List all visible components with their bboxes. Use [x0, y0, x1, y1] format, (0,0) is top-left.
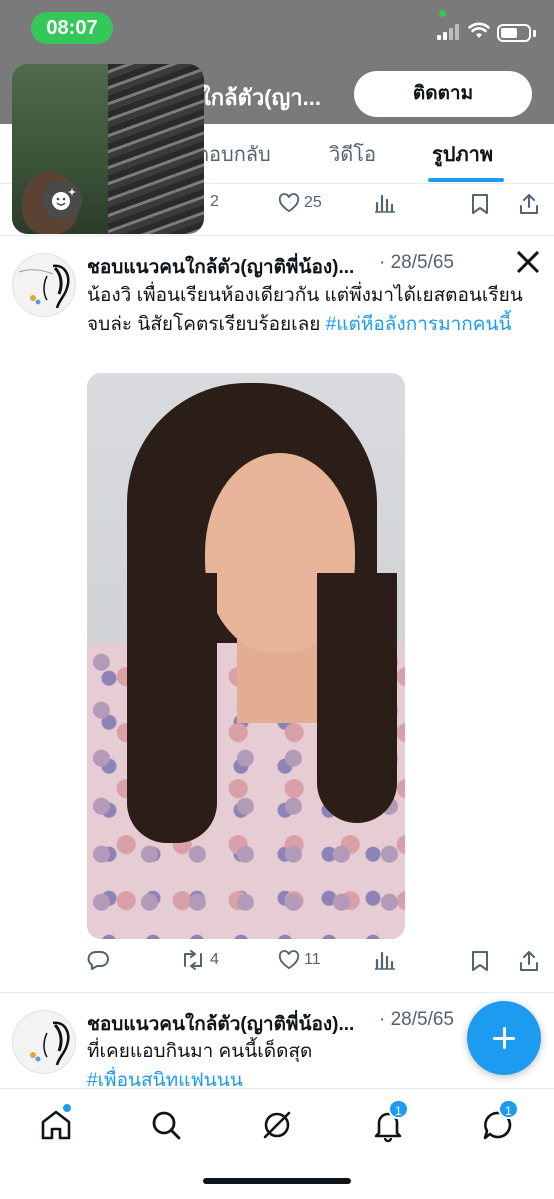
retweet-button[interactable]: 4: [180, 950, 219, 970]
wifi-icon: [468, 22, 490, 38]
like-count: 11: [304, 951, 321, 968]
retweet-count: 4: [210, 951, 219, 968]
follow-button[interactable]: ติดตาม: [354, 71, 532, 117]
tweet-actions: 4 11: [0, 944, 554, 984]
nav-messages[interactable]: 1: [480, 1099, 519, 1143]
search-icon: [152, 1111, 181, 1140]
messages-badge: 1: [498, 1099, 519, 1119]
status-time: 08:07: [31, 12, 113, 44]
cellular-signal-icon: [437, 24, 459, 40]
notifications-badge: 1: [388, 1099, 409, 1119]
profile-title: ใกล้ตัว(ญา...: [200, 85, 321, 110]
home-indicator: [203, 1178, 351, 1184]
compose-tweet-button[interactable]: [467, 1001, 541, 1075]
grok-icon: [263, 1111, 291, 1139]
views-button[interactable]: [374, 950, 396, 970]
tweet-date[interactable]: · 28/5/65: [379, 1009, 454, 1031]
tweet-author-name[interactable]: ชอบแนวคนใกล้ตัว(ญาติพี่น้อง)...: [87, 1009, 354, 1039]
views-chart-icon: [375, 951, 395, 970]
reply-bubble-icon: [87, 951, 109, 970]
battery-icon: [497, 24, 531, 42]
tab-replies[interactable]: ตอบกลับ: [196, 138, 271, 170]
avatar[interactable]: [12, 1010, 76, 1074]
pip-reaction-button[interactable]: [42, 180, 82, 220]
avatar[interactable]: [12, 253, 76, 317]
bookmark-icon: [472, 194, 488, 214]
views-button[interactable]: [374, 193, 396, 213]
tweet-author-name[interactable]: ชอบแนวคนใกล้ตัว(ญาติพี่น้อง)...: [87, 252, 354, 282]
share-button[interactable]: [518, 193, 540, 215]
like-button[interactable]: 11: [278, 950, 321, 970]
share-button[interactable]: [518, 950, 540, 972]
hashtag-link[interactable]: #แต่หีอลังการมากคนนี้: [326, 314, 512, 335]
heart-icon: [278, 950, 300, 970]
avatar-illustration-icon: [18, 264, 70, 309]
tab-videos[interactable]: วิดีโอ: [329, 138, 376, 170]
pip-video-call[interactable]: [12, 64, 204, 234]
home-new-dot: [62, 1103, 72, 1113]
avatar-illustration-icon: [30, 1021, 70, 1066]
nav-search[interactable]: [148, 1107, 184, 1143]
share-icon: [520, 951, 538, 971]
tweet-photo[interactable]: [87, 373, 405, 939]
x-logo-icon: [516, 250, 540, 274]
retweet-count: 2: [210, 193, 219, 210]
tweet-text: น้องวิ เพื่อนเรียนห้องเดียวกัน แต่พึ่งมา…: [87, 285, 523, 335]
smiley-sparkle-icon: [52, 188, 76, 210]
bookmark-button[interactable]: [470, 193, 490, 215]
nav-grok[interactable]: [259, 1107, 295, 1143]
tab-photos[interactable]: รูปภาพ: [432, 138, 493, 170]
reply-button[interactable]: [87, 950, 109, 970]
like-button[interactable]: 25: [278, 193, 322, 213]
nav-home[interactable]: [38, 1103, 74, 1143]
bookmark-icon: [472, 951, 488, 971]
nav-notifications[interactable]: 1: [370, 1099, 409, 1143]
like-count: 25: [304, 194, 322, 211]
retweet-icon: [184, 950, 202, 970]
share-icon: [520, 194, 538, 214]
tweet-date[interactable]: · 28/5/65: [379, 252, 454, 274]
heart-icon: [278, 193, 300, 213]
bookmark-button[interactable]: [470, 950, 490, 972]
active-tab-indicator: [428, 178, 504, 182]
tweet-text: ที่เคยแอบกินมา คนนี้เด็ดสุด #เพื่อนสนิทแ…: [87, 1041, 313, 1091]
camera-indicator-icon: [439, 10, 446, 17]
views-chart-icon: [375, 194, 395, 213]
